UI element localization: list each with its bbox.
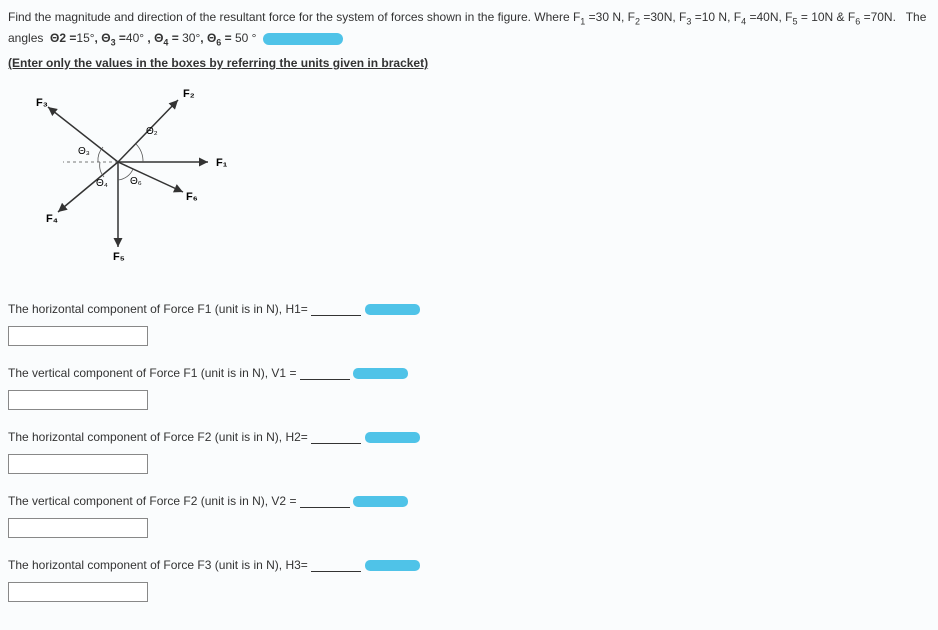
scribble-mark: [353, 368, 408, 379]
f2-value: 30N: [650, 10, 672, 24]
text-sep: , F2 =: [621, 10, 650, 24]
q5-label: The horizontal component of Force F3 (un…: [8, 558, 308, 572]
force-diagram: F₁ F₂ F₃ F₄ F₅ F₆ Θ₂ Θ₃ Θ₄ Θ₆: [18, 82, 238, 262]
text-sep: & F6 =: [833, 10, 870, 24]
question-1: The horizontal component of Force F1 (un…: [8, 302, 930, 346]
text-sep: , F3 =: [672, 10, 701, 24]
problem-prefix: Find the magnitude and direction of the …: [8, 10, 596, 24]
svg-text:F₃: F₃: [36, 97, 48, 109]
svg-text:F₂: F₂: [183, 88, 195, 100]
svg-text:Θ₃: Θ₃: [78, 146, 90, 157]
question-2: The vertical component of Force F1 (unit…: [8, 366, 930, 410]
f4-value: 40N: [756, 10, 778, 24]
svg-text:Θ₄: Θ₄: [96, 178, 108, 189]
f1-value: 30 N: [596, 10, 621, 24]
f3-value: 10 N: [702, 10, 727, 24]
h3-input[interactable]: [8, 582, 148, 602]
scribble-mark: [365, 304, 420, 315]
text-sep: , Θ6 =: [200, 31, 235, 45]
text-sep: , F4 =: [727, 10, 756, 24]
svg-text:F₄: F₄: [46, 213, 58, 225]
question-4: The vertical component of Force F2 (unit…: [8, 494, 930, 538]
scribble-mark: [353, 496, 408, 507]
q1-label: The horizontal component of Force F1 (un…: [8, 302, 308, 316]
theta4-value: 30°: [182, 31, 200, 45]
q4-label: The vertical component of Force F2 (unit…: [8, 494, 296, 508]
instruction-text: (Enter only the values in the boxes by r…: [8, 56, 930, 70]
q2-label: The vertical component of Force F1 (unit…: [8, 366, 296, 380]
question-3: The horizontal component of Force F2 (un…: [8, 430, 930, 474]
svg-text:Θ₆: Θ₆: [130, 176, 142, 187]
scribble-mark: [365, 432, 420, 443]
text-sep: , Θ3 =: [95, 31, 126, 45]
blank-line: [311, 432, 361, 444]
blank-line: [300, 368, 350, 380]
question-5: The horizontal component of Force F3 (un…: [8, 558, 930, 602]
svg-text:Θ₂: Θ₂: [146, 126, 158, 137]
h1-input[interactable]: [8, 326, 148, 346]
problem-statement: Find the magnitude and direction of the …: [8, 8, 930, 50]
svg-text:F₆: F₆: [186, 191, 198, 203]
scribble-mark: [365, 560, 420, 571]
blank-line: [311, 304, 361, 316]
svg-text:F₅: F₅: [113, 251, 125, 262]
text-sep: , F5 =: [778, 10, 811, 24]
f6-value: 70N: [871, 10, 893, 24]
v1-input[interactable]: [8, 390, 148, 410]
theta2-value: 15°: [76, 31, 94, 45]
blank-line: [311, 560, 361, 572]
blank-line: [300, 496, 350, 508]
f5-value: 10N: [811, 10, 833, 24]
theta6-value: 50 °: [235, 31, 256, 45]
v2-input[interactable]: [8, 518, 148, 538]
scribble-mark: [263, 33, 343, 45]
svg-text:F₁: F₁: [216, 157, 228, 169]
text-sep: , Θ4 =: [144, 31, 182, 45]
theta3-value: 40°: [126, 31, 144, 45]
q3-label: The horizontal component of Force F2 (un…: [8, 430, 308, 444]
h2-input[interactable]: [8, 454, 148, 474]
